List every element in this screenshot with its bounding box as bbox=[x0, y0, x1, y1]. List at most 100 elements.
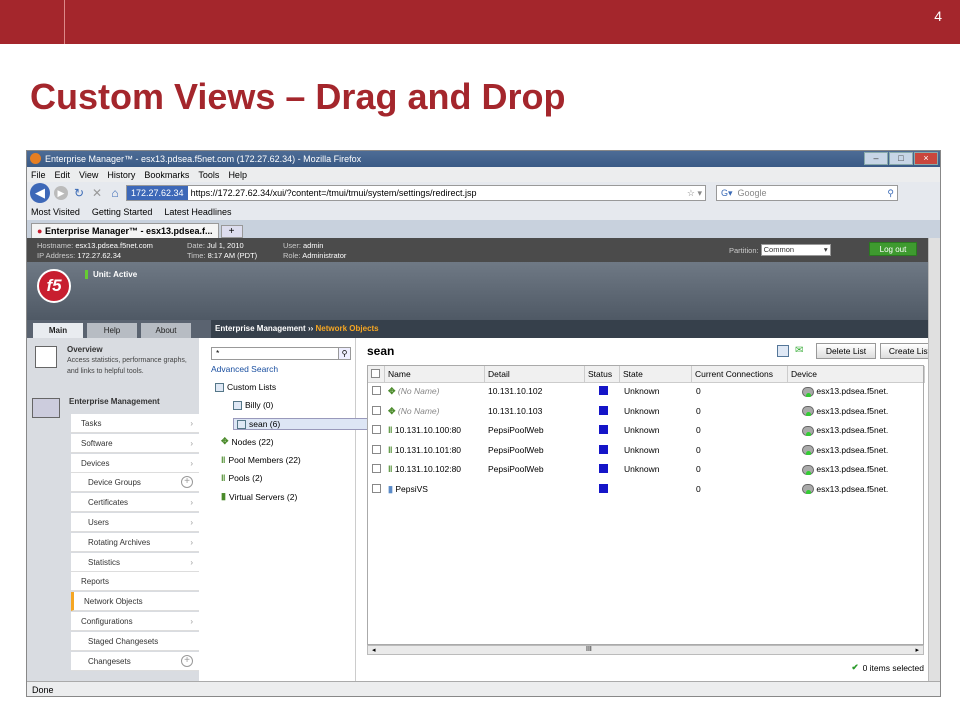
column-header[interactable]: State bbox=[620, 366, 692, 383]
name-cell[interactable]: ✥ (No Name) bbox=[388, 386, 439, 397]
sidebar-item[interactable]: Certificates › bbox=[71, 493, 199, 513]
bookmark-item[interactable]: Most Visited bbox=[31, 207, 80, 217]
connections-cell: 0 bbox=[696, 444, 701, 455]
url-text[interactable]: https://172.27.62.34/xui/?content=/tmui/… bbox=[191, 188, 477, 198]
new-tab-button[interactable]: + bbox=[220, 225, 243, 238]
breadcrumb-root[interactable]: Enterprise Management bbox=[215, 324, 306, 333]
table-row[interactable]: ▮ PepsiVS 0 esx13.pdsea.f5net. bbox=[368, 481, 923, 501]
column-header[interactable]: Device bbox=[788, 366, 925, 383]
reload-icon[interactable]: ↻ bbox=[72, 186, 86, 200]
mail-icon[interactable]: ✉ bbox=[795, 345, 807, 357]
tree-node[interactable]: ✥ Nodes (22) bbox=[221, 436, 274, 447]
sidebar-item[interactable]: Tasks › bbox=[71, 414, 199, 433]
menu-item-file[interactable]: File bbox=[31, 170, 46, 180]
column-header[interactable]: Name bbox=[385, 366, 485, 383]
search-icon[interactable]: ⚲ bbox=[887, 188, 897, 199]
tab-help[interactable]: Help bbox=[87, 323, 137, 338]
scroll-left-icon[interactable]: ◂ bbox=[372, 646, 376, 654]
tree-node[interactable]: ▮ Virtual Servers (2) bbox=[221, 491, 297, 502]
site-identity[interactable]: 172.27.62.34 bbox=[127, 186, 188, 200]
advanced-search-link[interactable]: Advanced Search bbox=[211, 364, 278, 374]
page-scrollbar[interactable] bbox=[928, 238, 940, 681]
partition-select[interactable]: Common ▾ bbox=[760, 244, 831, 256]
stop-icon[interactable]: ✕ bbox=[90, 186, 104, 200]
add-icon[interactable]: + bbox=[181, 476, 193, 489]
name-cell[interactable]: ▮ PepsiVS bbox=[388, 484, 428, 495]
bookmark-item[interactable]: Latest Headlines bbox=[164, 207, 231, 217]
bookmark-item[interactable]: Getting Started bbox=[92, 207, 153, 217]
row-checkbox[interactable] bbox=[372, 386, 381, 397]
row-checkbox[interactable] bbox=[372, 483, 381, 495]
name-cell[interactable]: ✥ (No Name) bbox=[388, 406, 439, 417]
table-row[interactable]: ✥ (No Name) 10.131.10.103 Unknown 0 esx13.p… bbox=[368, 403, 923, 423]
table-row[interactable]: ǁ 10.131.10.101:80 PepsiPoolWeb Unknown 0 e… bbox=[368, 442, 923, 462]
tab-main[interactable]: Main bbox=[33, 323, 83, 338]
filter-search-icon[interactable]: ⚲ bbox=[338, 348, 350, 359]
tree-filter-input[interactable]: * ⚲ bbox=[211, 347, 351, 360]
tree-node[interactable]: ǁ Pool Members (22) bbox=[221, 455, 301, 465]
close-button[interactable]: × bbox=[914, 152, 938, 165]
overview-title[interactable]: Overview bbox=[67, 344, 195, 355]
browser-tab[interactable]: ● Enterprise Manager™ - esx13.pdsea.f... bbox=[31, 223, 219, 238]
url-bar[interactable]: 172.27.62.34 https://172.27.62.34/xui/?c… bbox=[126, 185, 706, 201]
forward-button[interactable]: ▶ bbox=[54, 186, 68, 200]
table-row[interactable]: ✥ (No Name) 10.131.10.102 Unknown 0 esx13.p… bbox=[368, 383, 923, 403]
filter-value[interactable]: * bbox=[216, 348, 219, 358]
name-cell[interactable]: ǁ 10.131.10.100:80 bbox=[388, 425, 461, 435]
name-cell[interactable]: ǁ 10.131.10.101:80 bbox=[388, 445, 461, 455]
horizontal-scrollbar[interactable]: ◂ III ▸ bbox=[367, 645, 924, 655]
tree-node[interactable]: sean (6) bbox=[233, 418, 371, 430]
sidebar-item[interactable]: Device Groups + bbox=[71, 473, 199, 493]
logout-button[interactable]: Log out bbox=[869, 242, 917, 256]
sidebar-item[interactable]: Changesets + bbox=[71, 651, 199, 671]
sidebar-item[interactable]: Configurations › bbox=[71, 612, 199, 631]
column-header[interactable]: Status bbox=[585, 366, 620, 383]
column-header[interactable]: Detail bbox=[485, 366, 585, 383]
sidebar-item[interactable]: Devices › bbox=[71, 453, 199, 473]
sidebar-item[interactable]: Network Objects bbox=[71, 592, 199, 612]
tree-node[interactable]: Custom Lists bbox=[215, 382, 276, 392]
sidebar-item[interactable]: Rotating Archives › bbox=[71, 532, 199, 552]
row-checkbox[interactable] bbox=[372, 425, 381, 436]
list-view-icon[interactable] bbox=[777, 345, 789, 357]
sidebar-item[interactable]: Staged Changesets bbox=[71, 631, 199, 651]
search-engine-icon[interactable]: G▾ bbox=[721, 188, 733, 199]
row-checkbox[interactable] bbox=[372, 444, 381, 456]
tab-about[interactable]: About bbox=[141, 323, 191, 338]
select-all-checkbox[interactable] bbox=[368, 366, 385, 383]
maximize-button[interactable]: □ bbox=[889, 152, 913, 165]
minimize-button[interactable]: – bbox=[864, 152, 888, 165]
menu-item-bookmarks[interactable]: Bookmarks bbox=[144, 170, 189, 180]
scroll-right-icon[interactable]: ▸ bbox=[915, 646, 919, 654]
name-cell[interactable]: ǁ 10.131.10.102:80 bbox=[388, 464, 461, 474]
sidebar-item[interactable]: Reports bbox=[71, 572, 199, 592]
tree-node[interactable]: Billy (0) bbox=[233, 400, 273, 410]
date-value: Jul 1, 2010 bbox=[207, 241, 244, 250]
search-input[interactable]: G▾ Google ⚲ bbox=[716, 185, 898, 201]
bookmark-star-icon[interactable]: ☆ ▾ bbox=[687, 188, 705, 199]
table-row[interactable]: ǁ 10.131.10.102:80 PepsiPoolWeb Unknown 0 e… bbox=[368, 461, 923, 481]
sidebar-item[interactable]: Statistics › bbox=[71, 552, 199, 572]
selected-count: 0 items selected bbox=[862, 662, 924, 673]
delete-list-button[interactable]: Delete List bbox=[816, 343, 876, 359]
menu-item-help[interactable]: Help bbox=[228, 170, 247, 180]
back-button[interactable]: ◀ bbox=[30, 183, 50, 203]
column-header[interactable]: Current Connections bbox=[692, 366, 788, 383]
menu-item-edit[interactable]: Edit bbox=[55, 170, 71, 180]
tree-node[interactable]: ǁ Pools (2) bbox=[221, 473, 263, 483]
menu-item-tools[interactable]: Tools bbox=[198, 170, 219, 180]
row-checkbox[interactable] bbox=[372, 464, 381, 475]
home-icon[interactable]: ⌂ bbox=[108, 186, 122, 200]
tab-title: Enterprise Manager™ - esx13.pdsea.f... bbox=[44, 226, 213, 236]
overview-panel[interactable]: Overview Access statistics, performance … bbox=[67, 344, 195, 377]
menu-item-history[interactable]: History bbox=[107, 170, 135, 180]
add-icon[interactable]: + bbox=[181, 654, 193, 667]
sidebar-item[interactable]: Software › bbox=[71, 433, 199, 453]
row-checkbox[interactable] bbox=[372, 405, 381, 417]
scroll-thumb-grip[interactable]: III bbox=[586, 646, 592, 653]
grid-body: ✥ (No Name) 10.131.10.102 Unknown 0 esx13.p… bbox=[368, 383, 923, 500]
header-divider bbox=[64, 0, 65, 44]
table-row[interactable]: ǁ 10.131.10.100:80 PepsiPoolWeb Unknown 0 e… bbox=[368, 422, 923, 442]
menu-item-view[interactable]: View bbox=[79, 170, 98, 180]
sidebar-item[interactable]: Users › bbox=[71, 513, 199, 532]
